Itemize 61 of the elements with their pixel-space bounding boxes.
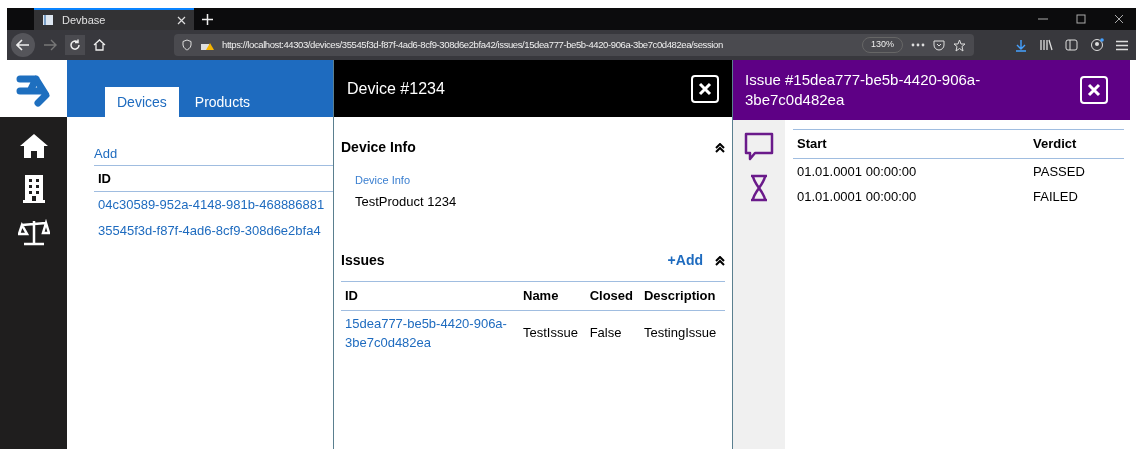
column-header: Start [793, 129, 1029, 158]
column-header: ID [94, 164, 333, 192]
table-cell: TestingIssue [640, 310, 725, 356]
table-cell-text: FAILED [1032, 188, 1079, 206]
table-cell: False [585, 310, 640, 356]
close-button[interactable] [691, 74, 719, 103]
page-icon [42, 14, 54, 26]
issue-id-link[interactable]: 15dea777-be5b-4420-906a-3be7c0d482ea [345, 313, 515, 353]
back-button[interactable] [11, 33, 35, 57]
collapse-icon[interactable] [715, 255, 725, 266]
url-text: https://localhost:44303/devices/35545f3d-f87f-4ad6-8cf9-308d6e2bfa42/issues/15dea777-be5b-4420-906a-3be7c0d482ea/session [222, 37, 724, 52]
account-icon[interactable] [1090, 38, 1104, 52]
table-cell: TestIssue [519, 310, 586, 356]
reload-icon [69, 39, 81, 51]
pocket-icon[interactable] [933, 39, 945, 51]
column-header: Closed [585, 281, 640, 310]
add-link[interactable]: +Add [667, 250, 703, 271]
building-icon[interactable] [22, 175, 45, 203]
back-arrow-icon [16, 39, 30, 51]
table-cell-text: 01.01.0001 00:00:00 [796, 188, 918, 206]
column-header: Description [640, 281, 725, 310]
more-icon[interactable] [911, 43, 925, 47]
field-value: TestProduct 1234 [355, 192, 458, 211]
shield-icon [182, 39, 192, 51]
maximize-icon[interactable] [1076, 14, 1086, 24]
reload-button[interactable] [65, 35, 85, 55]
browser-tab[interactable]: Devbase [34, 8, 194, 30]
section-title: Device Info [341, 138, 416, 157]
column-header: Verdict [1029, 129, 1124, 158]
table-cell: 01.01.0001 00:00:00 [793, 158, 1029, 184]
field-label: Device Info [355, 173, 412, 188]
close-icon[interactable] [1114, 14, 1124, 24]
sidebar-icon[interactable] [1065, 39, 1078, 51]
nav-tab[interactable]: Products [182, 87, 263, 117]
scales-icon[interactable] [17, 219, 50, 247]
section-title: Issues [341, 251, 385, 270]
nav-tab[interactable]: Devices [105, 87, 179, 117]
close-icon [698, 81, 712, 96]
close-button[interactable] [1080, 76, 1108, 104]
comment-icon[interactable] [744, 132, 774, 162]
star-icon[interactable] [953, 38, 966, 52]
panel-title: Issue #15dea777-be5b-4420-906a-3be7c0d482ea [745, 70, 982, 110]
column-header: ID [341, 281, 519, 310]
table-cell: PASSED [1029, 158, 1124, 184]
address-bar[interactable]: https://localhost:44303/devices/35545f3d-f87f-4ad6-8cf9-308d6e2bfa42/issues/15dea777-be5b-4420-906a-3be7c0d482ea/session 130% [174, 34, 974, 56]
home-icon[interactable] [93, 39, 106, 51]
new-tab-icon[interactable] [202, 13, 213, 25]
library-icon[interactable] [1039, 39, 1053, 51]
add-link[interactable]: Add [94, 146, 118, 161]
home-icon[interactable] [18, 133, 49, 159]
menu-icon[interactable] [1116, 39, 1128, 51]
panel-title: Device #1234 [347, 78, 445, 99]
column-header: Name [519, 281, 586, 310]
hourglass-icon[interactable] [749, 174, 769, 202]
forward-arrow-icon[interactable] [43, 39, 57, 51]
device-id-link[interactable]: 04c30589-952a-4148-981b-468886881 [94, 192, 333, 218]
collapse-icon[interactable] [715, 142, 725, 153]
download-icon[interactable] [1015, 38, 1027, 52]
device-id-link[interactable]: 35545f3d-f87f-4ad6-8cf9-308d6e2bfa4 [94, 217, 333, 243]
close-icon [1087, 83, 1101, 97]
tab-title: Devbase [62, 12, 107, 28]
